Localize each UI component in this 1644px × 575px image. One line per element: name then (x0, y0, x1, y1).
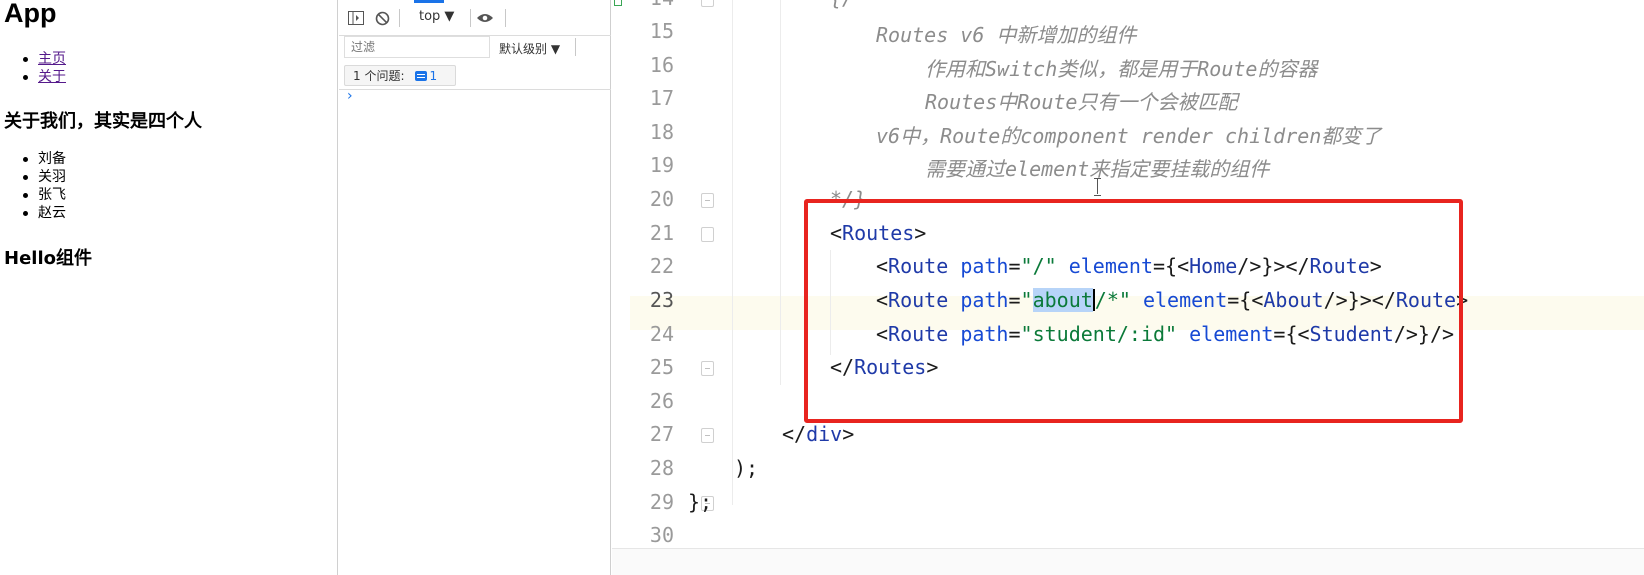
jsx-tag: Route (888, 254, 949, 278)
gutter-marker-icon (614, 0, 622, 6)
indent-guide (732, 0, 733, 505)
jsx-tag: div (806, 422, 843, 446)
code-comment: 作用和Switch类似，都是用于Route的容器 (925, 57, 1318, 81)
code-line-route-student: <Route path="student/:id" element={<Stud… (876, 322, 1455, 346)
line-number: 26 (649, 389, 674, 413)
list-item: 张飞 (0, 186, 66, 204)
line-number: 30 (649, 523, 674, 547)
jsx-string: /*" (1094, 288, 1131, 312)
toolbar-divider (399, 9, 400, 27)
fold-marker-icon[interactable] (701, 428, 714, 443)
line-number: 28 (649, 456, 674, 480)
jsx-tag: Route (1309, 254, 1370, 278)
code-line-route-about: <Route path="about/*" element={<About/>}… (876, 288, 1469, 312)
jsx-tag: Routes (842, 221, 915, 245)
line-number: 27 (649, 422, 674, 446)
jsx-string: "student/:id" (1020, 322, 1178, 346)
nav-item-home: 主页 (0, 50, 66, 68)
line-number: 15 (649, 19, 674, 43)
jsx-attr: path (960, 322, 1009, 346)
jsx-attr: element (1189, 322, 1274, 346)
list-item: 赵云 (0, 204, 66, 222)
jsx-tag: About (1263, 288, 1324, 312)
code-editor[interactable]: 14 15 16 17 18 19 20 21 22 23 24 25 26 2… (612, 0, 1644, 575)
jsx-attr: path (960, 254, 1009, 278)
fold-marker-icon[interactable] (701, 193, 714, 208)
line-number: 21 (649, 221, 674, 245)
jsx-attr: path (960, 288, 1009, 312)
issues-label: 1 个问题: (353, 69, 405, 83)
console-prompt[interactable]: › (347, 88, 353, 104)
issues-bar: 1 个问题: 1 (339, 62, 611, 90)
line-number: 16 (649, 53, 674, 77)
code-line-routes-open: <Routes> (830, 221, 927, 245)
nav-link-about[interactable]: 关于 (38, 69, 66, 85)
active-tab-indicator (414, 0, 444, 3)
mouse-text-cursor-icon (1094, 178, 1102, 196)
jsx-attr: element (1142, 288, 1228, 312)
indent-guide (780, 0, 781, 385)
jsx-attr: element (1068, 254, 1153, 278)
line-number: 25 (649, 355, 674, 379)
fold-marker-icon[interactable] (701, 361, 714, 376)
jsx-tag: Route (888, 288, 949, 312)
code-comment: Routes中Route只有一个会被匹配 (925, 90, 1238, 114)
issues-badge: 1 (414, 68, 438, 83)
line-number: 18 (649, 120, 674, 144)
app-title: App (4, 0, 57, 28)
code-comment: {/* (830, 0, 866, 10)
context-select[interactable]: top ▼ (419, 9, 454, 24)
code-line-div-close: </div> (782, 422, 855, 446)
eye-icon[interactable] (476, 10, 494, 26)
jsx-tag: Student (1309, 322, 1394, 346)
devtools-console: top ▼ 默认级别 ▼ 1 个问题: 1 › (339, 0, 611, 575)
code-comment: */} (830, 187, 867, 211)
toolbar-divider (505, 9, 506, 27)
line-number: 22 (649, 254, 674, 278)
jsx-tag: Route (1395, 288, 1457, 312)
message-icon (414, 70, 427, 81)
line-number: 23 (649, 288, 674, 312)
selected-text[interactable]: about (1032, 288, 1093, 312)
line-number: 24 (649, 322, 674, 346)
code-line-route-home: <Route path="/" element={<Home/>}></Rout… (876, 254, 1382, 278)
code-line-brace-close: }; (688, 490, 713, 514)
jsx-string: "/" (1020, 254, 1057, 278)
jsx-tag: Route (888, 322, 949, 346)
nav-list: 主页 关于 (0, 50, 66, 86)
toolbar-divider (470, 9, 471, 27)
app-preview: App 主页 关于 关于我们，其实是四个人 刘备 关羽 张飞 赵云 Hello组… (0, 0, 338, 575)
line-number: 29 (649, 490, 674, 514)
console-toolbar: top ▼ (339, 0, 611, 36)
code-line-paren-close: ); (734, 456, 759, 480)
fold-marker-icon[interactable] (701, 227, 714, 242)
people-list: 刘备 关羽 张飞 赵云 (0, 150, 66, 222)
issues-button[interactable]: 1 个问题: 1 (344, 65, 456, 86)
line-number: 17 (649, 86, 674, 110)
editor-status-bar (612, 548, 1644, 575)
code-comment: v6中，Route的component render children都变了 (876, 124, 1382, 148)
sidebar-toggle-icon[interactable] (347, 10, 365, 26)
jsx-tag: Home (1189, 254, 1238, 278)
line-number: 19 (649, 153, 674, 177)
issues-count: 1 (429, 68, 438, 83)
fold-marker-icon[interactable] (701, 0, 714, 7)
nav-link-home[interactable]: 主页 (38, 51, 66, 67)
line-number: 14 (630, 0, 674, 10)
indent-guide (830, 250, 831, 355)
filter-bar: 默认级别 ▼ (339, 36, 611, 62)
clear-console-icon[interactable] (373, 10, 391, 26)
about-heading: 关于我们，其实是四个人 (4, 111, 202, 132)
list-item: 关羽 (0, 168, 66, 186)
log-level-select[interactable]: 默认级别 ▼ (499, 40, 560, 57)
nav-item-about: 关于 (0, 68, 66, 86)
hello-heading: Hello组件 (4, 248, 92, 269)
code-line-routes-close: </Routes> (830, 355, 939, 379)
toolbar-divider (575, 38, 576, 56)
filter-input[interactable] (344, 36, 490, 58)
line-number: 20 (649, 187, 674, 211)
list-item: 刘备 (0, 150, 66, 168)
code-comment: Routes v6 中新增加的组件 (876, 23, 1137, 47)
jsx-tag: Routes (854, 355, 927, 379)
